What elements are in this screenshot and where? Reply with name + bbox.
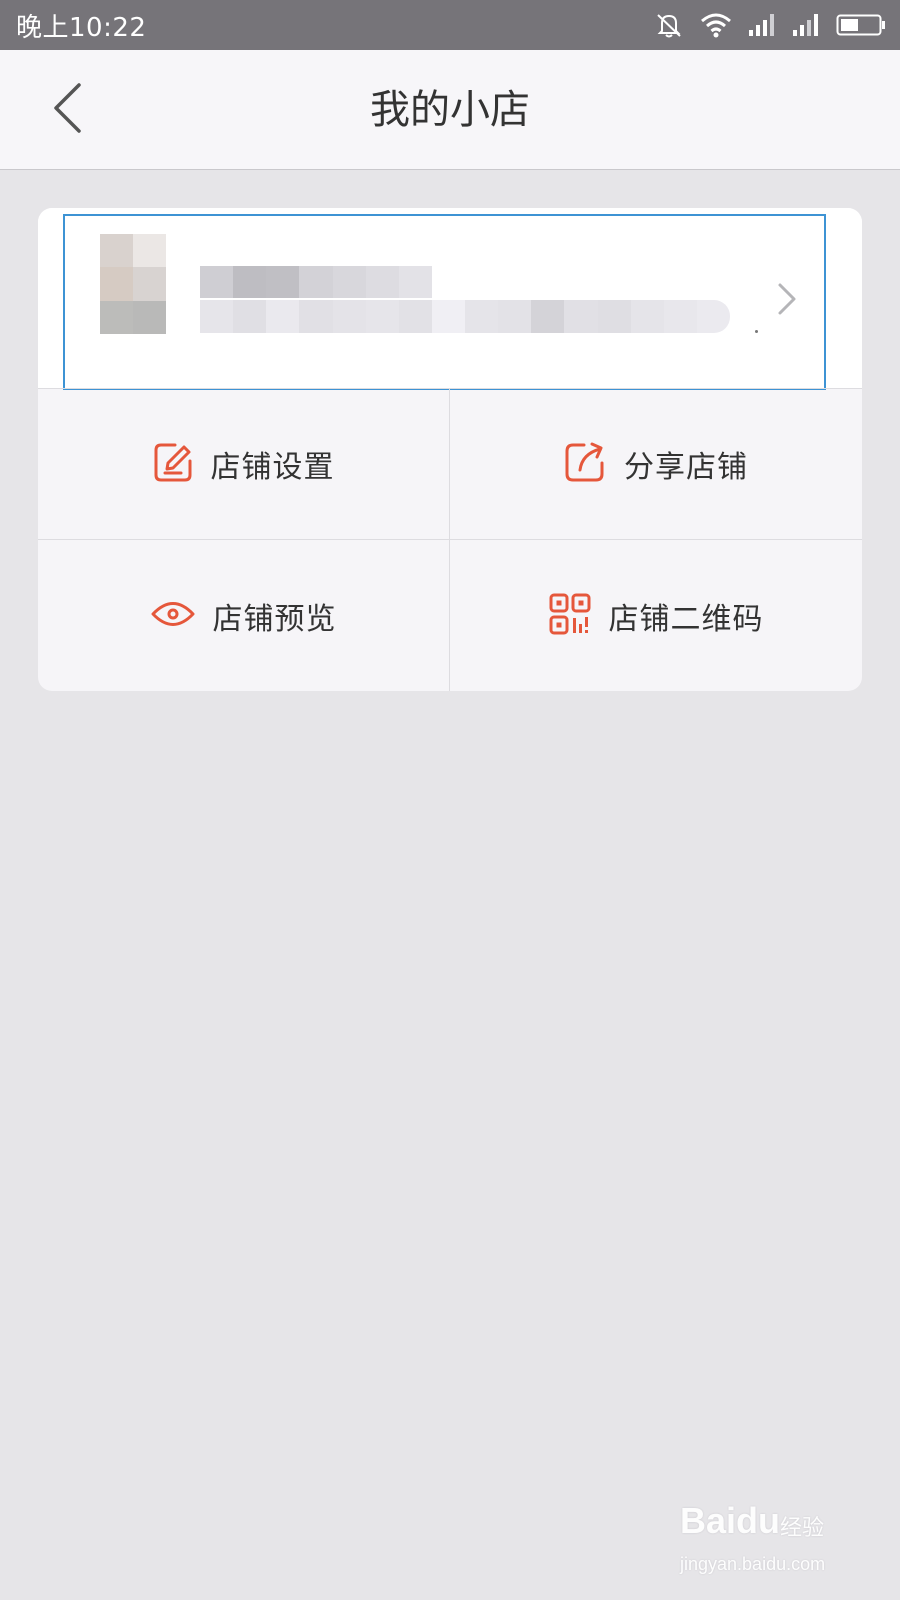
chevron-left-icon	[51, 82, 85, 138]
edit-icon	[153, 441, 193, 487]
baidu-jingyan-watermark: Baidu 经验 jingyan.baidu.com	[680, 1470, 850, 1580]
shop-preview-label: 店铺预览	[212, 601, 337, 637]
status-icons	[654, 11, 886, 39]
wifi-icon	[700, 12, 732, 38]
nav-bar: 我的小店	[0, 50, 900, 170]
action-grid: 店铺设置 分享店铺 店铺预览 店铺二维码	[38, 388, 862, 691]
share-shop-button[interactable]: 分享店铺	[450, 389, 862, 540]
watermark-url: jingyan.baidu.com	[680, 1554, 826, 1574]
mute-icon	[654, 11, 684, 39]
shop-preview-button[interactable]: 店铺预览	[38, 540, 450, 691]
chevron-right-icon	[776, 282, 798, 320]
shop-info-row[interactable]	[38, 208, 862, 390]
shop-avatar	[100, 234, 166, 334]
page-title: 我的小店	[370, 87, 530, 133]
shop-qr-code-label: 店铺二维码	[608, 601, 764, 637]
signal-icon	[792, 13, 820, 37]
shop-card: 店铺设置 分享店铺 店铺预览 店铺二维码	[38, 208, 862, 691]
back-button[interactable]	[40, 78, 96, 142]
shop-settings-label: 店铺设置	[210, 450, 335, 485]
shop-settings-button[interactable]: 店铺设置	[38, 389, 450, 540]
shop-description-blurred	[200, 300, 730, 333]
signal-icon	[748, 13, 776, 37]
status-bar: 晚上10:22	[0, 0, 900, 50]
watermark-logo: Baidu	[680, 1500, 781, 1541]
dot	[755, 330, 758, 333]
share-icon	[564, 441, 606, 487]
share-shop-label: 分享店铺	[624, 450, 748, 485]
shop-qr-code-button[interactable]: 店铺二维码	[450, 540, 862, 691]
battery-icon	[836, 13, 886, 37]
status-time: 晚上10:22	[16, 12, 147, 43]
qr-code-icon	[549, 593, 591, 639]
watermark-sub: 经验	[780, 1516, 825, 1541]
shop-name-blurred	[200, 266, 432, 298]
eye-icon	[151, 599, 195, 633]
